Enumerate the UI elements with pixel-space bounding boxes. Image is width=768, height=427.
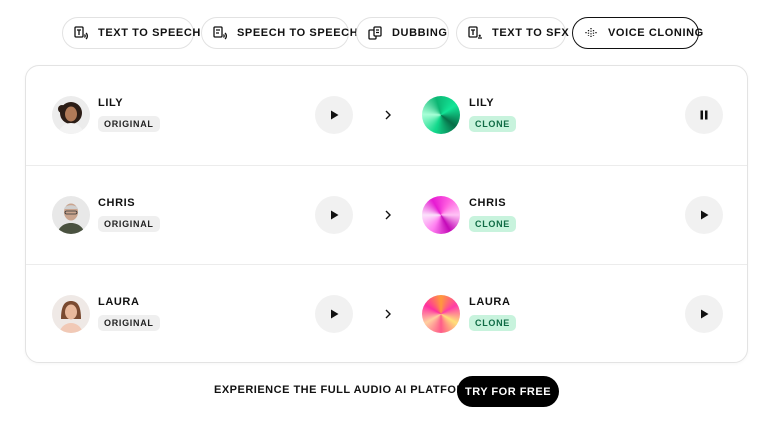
voice-cloning-icon [583,25,599,41]
play-icon [331,110,339,120]
original-name: LILY [98,97,124,109]
play-clone-button[interactable] [685,295,723,333]
play-original-button[interactable] [315,196,353,234]
tab-dubbing[interactable]: DUBBING [356,17,449,49]
original-badge: ORIGINAL [98,216,160,232]
chevron-right-icon [385,309,391,319]
original-name: CHRIS [98,197,136,209]
voice-cloning-card: LILY ORIGINAL LILY CLONE CHRIS ORIGINAL … [25,65,748,363]
tab-text-to-sfx[interactable]: TEXT TO SFX [456,17,570,49]
tab-voice-cloning[interactable]: VOICE CLONING [572,17,703,49]
voice-row-chris: CHRIS ORIGINAL CHRIS CLONE [26,165,747,264]
voice-row-lily: LILY ORIGINAL LILY CLONE [26,66,747,165]
avatar-laura [52,295,90,333]
clone-orb-lily [422,96,460,134]
clone-name: LILY [469,97,495,109]
chevron-right-icon [385,110,391,120]
tab-label: VOICE CLONING [608,27,704,39]
original-badge: ORIGINAL [98,315,160,331]
tab-label: TEXT TO SFX [492,27,570,39]
play-icon [331,309,339,319]
tab-text-to-speech[interactable]: TEXT TO SPEECH [62,17,200,49]
clone-badge: CLONE [469,315,516,331]
speech-to-speech-icon [212,25,228,41]
try-for-free-button[interactable]: TRY FOR FREE [457,376,559,407]
play-original-button[interactable] [315,96,353,134]
text-to-speech-icon [73,25,89,41]
original-badge: ORIGINAL [98,116,160,132]
pause-icon [700,110,708,120]
clone-orb-laura [422,295,460,333]
clone-name: LAURA [469,296,511,308]
voice-row-laura: LAURA ORIGINAL LAURA CLONE [26,264,747,363]
play-original-button[interactable] [315,295,353,333]
play-icon [701,210,709,220]
play-icon [701,309,709,319]
clone-orb-chris [422,196,460,234]
clone-badge: CLONE [469,216,516,232]
clone-name: CHRIS [469,197,507,209]
dubbing-icon [367,25,383,41]
play-icon [331,210,339,220]
text-to-sfx-icon [467,25,483,41]
tab-label: DUBBING [392,27,448,39]
cta-text: EXPERIENCE THE FULL AUDIO AI PLATFORM [214,384,475,396]
tab-speech-to-speech[interactable]: SPEECH TO SPEECH [201,17,358,49]
play-clone-button[interactable] [685,196,723,234]
clone-badge: CLONE [469,116,516,132]
pause-clone-button[interactable] [685,96,723,134]
tab-label: TEXT TO SPEECH [98,27,201,39]
product-tabs: TEXT TO SPEECH SPEECH TO SPEECH DUBBING … [0,17,768,49]
avatar-lily [52,96,90,134]
original-name: LAURA [98,296,140,308]
tab-label: SPEECH TO SPEECH [237,27,359,39]
chevron-right-icon [385,210,391,220]
avatar-chris [52,196,90,234]
